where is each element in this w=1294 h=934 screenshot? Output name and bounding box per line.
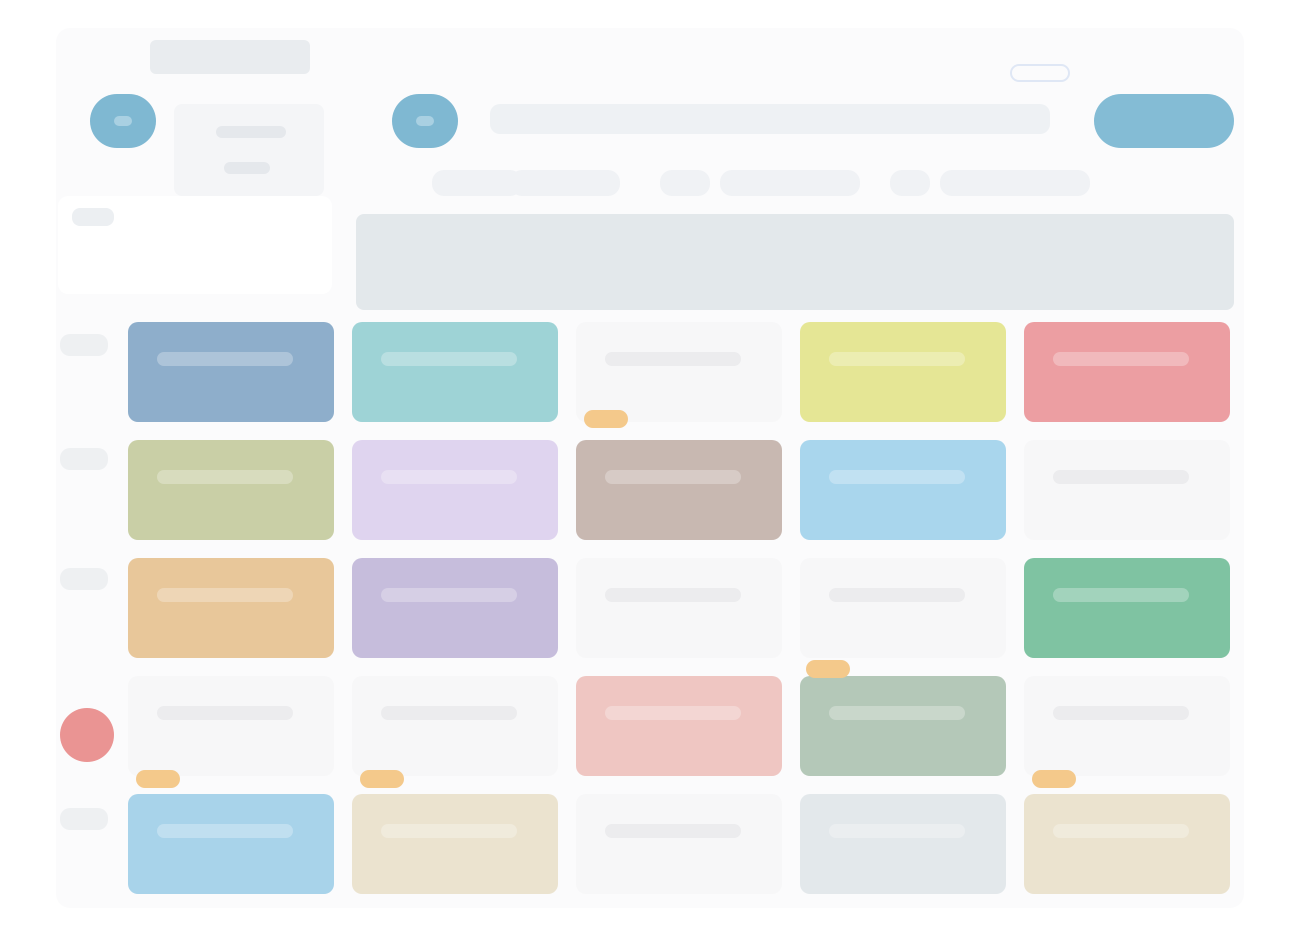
event-slot[interactable] <box>576 558 782 658</box>
event-slot[interactable] <box>800 676 1006 776</box>
mini-calendar-line <box>224 162 270 174</box>
day-header <box>890 170 930 196</box>
event-slot[interactable] <box>1024 440 1230 540</box>
add-event-button[interactable] <box>1094 94 1234 148</box>
event-title-placeholder <box>380 352 517 366</box>
event-slot[interactable] <box>128 794 334 894</box>
event-marker <box>360 770 404 788</box>
event-slot[interactable] <box>352 558 558 658</box>
event-title-placeholder <box>828 470 965 484</box>
app-title-placeholder <box>150 40 310 74</box>
view-switcher-outline[interactable] <box>1010 64 1070 82</box>
event-title-placeholder <box>380 824 517 838</box>
day-header <box>720 170 860 196</box>
event-title-placeholder <box>604 706 741 720</box>
time-label <box>60 568 108 590</box>
all-day-row <box>356 214 1234 310</box>
event-title-placeholder <box>1052 352 1189 366</box>
event-title-placeholder <box>828 706 965 720</box>
event-slot[interactable] <box>128 440 334 540</box>
event-title-placeholder <box>380 470 517 484</box>
day-header <box>510 170 620 196</box>
notification-badge[interactable] <box>60 708 114 762</box>
event-slot[interactable] <box>352 322 558 422</box>
event-title-placeholder <box>828 352 965 366</box>
time-label <box>60 808 108 830</box>
event-title-placeholder <box>604 588 741 602</box>
time-label <box>60 448 108 470</box>
prev-button[interactable] <box>90 94 156 148</box>
event-title-placeholder <box>156 706 293 720</box>
period-title-placeholder <box>490 104 1050 134</box>
side-panel-card <box>58 196 332 294</box>
event-slot[interactable] <box>576 676 782 776</box>
mini-calendar-panel[interactable] <box>174 104 324 196</box>
event-title-placeholder <box>156 824 293 838</box>
event-slot[interactable] <box>128 322 334 422</box>
event-title-placeholder <box>156 588 293 602</box>
event-title-placeholder <box>1052 706 1189 720</box>
event-slot[interactable] <box>352 440 558 540</box>
event-slot[interactable] <box>128 558 334 658</box>
day-header <box>660 170 710 196</box>
event-title-placeholder <box>1052 470 1189 484</box>
time-label <box>60 334 108 356</box>
event-slot[interactable] <box>800 794 1006 894</box>
chevron-left-icon <box>114 116 132 126</box>
event-slot[interactable] <box>576 794 782 894</box>
mini-calendar-line <box>216 126 286 138</box>
chevron-right-icon <box>416 116 434 126</box>
event-title-placeholder <box>1052 588 1189 602</box>
event-title-placeholder <box>380 706 517 720</box>
event-slot[interactable] <box>1024 322 1230 422</box>
event-marker <box>1032 770 1076 788</box>
next-button[interactable] <box>392 94 458 148</box>
event-slot[interactable] <box>576 322 782 422</box>
event-title-placeholder <box>1052 824 1189 838</box>
event-title-placeholder <box>156 352 293 366</box>
side-panel-label <box>72 208 114 226</box>
event-slot[interactable] <box>352 676 558 776</box>
event-slot[interactable] <box>800 558 1006 658</box>
event-marker <box>806 660 850 678</box>
event-title-placeholder <box>828 588 965 602</box>
event-marker <box>136 770 180 788</box>
event-slot[interactable] <box>352 794 558 894</box>
day-header <box>940 170 1090 196</box>
event-slot[interactable] <box>128 676 334 776</box>
event-title-placeholder <box>380 588 517 602</box>
event-title-placeholder <box>828 824 965 838</box>
event-slot[interactable] <box>800 440 1006 540</box>
event-slot[interactable] <box>576 440 782 540</box>
event-title-placeholder <box>604 470 741 484</box>
event-title-placeholder <box>156 470 293 484</box>
event-slot[interactable] <box>1024 558 1230 658</box>
event-marker <box>584 410 628 428</box>
event-title-placeholder <box>604 352 741 366</box>
event-slot[interactable] <box>800 322 1006 422</box>
event-title-placeholder <box>604 824 741 838</box>
event-slot[interactable] <box>1024 794 1230 894</box>
day-header <box>432 170 522 196</box>
event-slot[interactable] <box>1024 676 1230 776</box>
